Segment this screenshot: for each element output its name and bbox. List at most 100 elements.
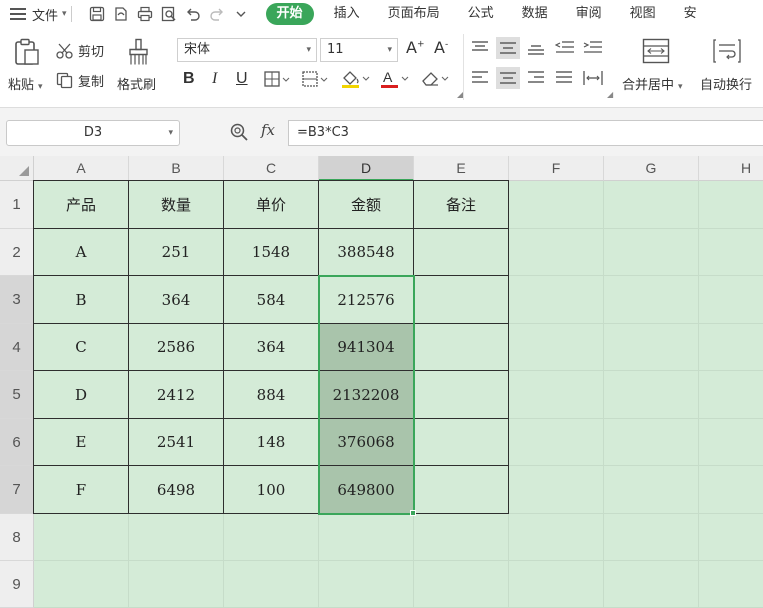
column-header-a[interactable]: A	[34, 156, 129, 181]
cell-e5[interactable]	[414, 371, 509, 419]
borders-icon[interactable]	[264, 71, 290, 91]
font-size-select[interactable]: 11 ▾	[320, 38, 398, 62]
cell-c5[interactable]: 884	[224, 371, 319, 419]
cell-d7[interactable]: 649800	[319, 466, 414, 514]
paste-button[interactable]: 粘贴 ▾	[8, 74, 43, 93]
customize-toolbar-icon[interactable]	[230, 3, 252, 25]
cell-f5[interactable]	[509, 371, 604, 419]
cell-d2[interactable]: 388548	[319, 229, 414, 276]
cell-a1[interactable]: 产品	[34, 181, 129, 229]
cell-e6[interactable]	[414, 419, 509, 466]
fill-color-icon[interactable]	[340, 69, 370, 93]
font-name-select[interactable]: 宋体 ▾	[177, 38, 317, 62]
cell-c7[interactable]: 100	[224, 466, 319, 514]
cell-d3[interactable]: 212576	[319, 276, 414, 324]
copy-button[interactable]: 复制	[56, 71, 104, 90]
column-header-e[interactable]: E	[414, 156, 509, 181]
cell-g8[interactable]	[604, 514, 699, 561]
cell-e2[interactable]	[414, 229, 509, 276]
cell-f3[interactable]	[509, 276, 604, 324]
cell-f8[interactable]	[509, 514, 604, 561]
row-header-5[interactable]: 5	[0, 371, 34, 419]
alignment-dialog-launcher-icon[interactable]: ◢	[607, 90, 613, 99]
cell-g4[interactable]	[604, 324, 699, 371]
row-header-2[interactable]: 2	[0, 229, 34, 276]
cell-d5[interactable]: 2132208	[319, 371, 414, 419]
cell-b3[interactable]: 364	[129, 276, 224, 324]
file-menu[interactable]: 文件 ▾	[10, 0, 67, 28]
format-painter-button[interactable]: 格式刷	[117, 74, 156, 93]
cell-c4[interactable]: 364	[224, 324, 319, 371]
cell-g1[interactable]	[604, 181, 699, 229]
cell-c9[interactable]	[224, 561, 319, 608]
cell-b4[interactable]: 2586	[129, 324, 224, 371]
cell-h4[interactable]	[699, 324, 763, 371]
decrease-indent-icon[interactable]	[554, 40, 575, 60]
cell-b6[interactable]: 2541	[129, 419, 224, 466]
cell-c1[interactable]: 单价	[224, 181, 319, 229]
align-top-icon[interactable]	[471, 40, 489, 60]
cell-d8[interactable]	[319, 514, 414, 561]
cell-h7[interactable]	[699, 466, 763, 514]
cell-c6[interactable]: 148	[224, 419, 319, 466]
cell-h1[interactable]	[699, 181, 763, 229]
cell-a2[interactable]: A	[34, 229, 129, 276]
cell-h6[interactable]	[699, 419, 763, 466]
cell-d4[interactable]: 941304	[319, 324, 414, 371]
fill-handle[interactable]	[410, 510, 416, 516]
tab-formulas[interactable]: 公式	[454, 0, 508, 28]
cell-a6[interactable]: E	[34, 419, 129, 466]
row-header-1[interactable]: 1	[0, 181, 34, 229]
cell-e8[interactable]	[414, 514, 509, 561]
cell-e7[interactable]	[414, 466, 509, 514]
cell-f9[interactable]	[509, 561, 604, 608]
save-icon[interactable]	[86, 3, 108, 25]
cell-d9[interactable]	[319, 561, 414, 608]
paste-icon[interactable]	[14, 38, 40, 70]
cell-b5[interactable]: 2412	[129, 371, 224, 419]
tab-page-layout[interactable]: 页面布局	[374, 0, 454, 28]
bold-icon[interactable]: B	[183, 70, 195, 88]
cell-g5[interactable]	[604, 371, 699, 419]
tab-security[interactable]: 安	[670, 0, 711, 28]
cell-b1[interactable]: 数量	[129, 181, 224, 229]
column-header-f[interactable]: F	[509, 156, 604, 181]
italic-icon[interactable]: I	[212, 70, 217, 88]
cell-g7[interactable]	[604, 466, 699, 514]
underline-icon[interactable]: U	[236, 70, 248, 88]
tab-insert[interactable]: 插入	[320, 0, 374, 28]
cell-a9[interactable]	[34, 561, 129, 608]
tab-home[interactable]: 开始	[265, 3, 314, 25]
cell-f4[interactable]	[509, 324, 604, 371]
cell-f7[interactable]	[509, 466, 604, 514]
cell-h5[interactable]	[699, 371, 763, 419]
insert-function-button[interactable]: fx	[261, 121, 275, 139]
clear-format-icon[interactable]	[420, 70, 450, 92]
format-painter-icon[interactable]	[127, 38, 151, 70]
font-color-icon[interactable]: A	[380, 69, 410, 93]
redo-icon[interactable]	[206, 3, 228, 25]
cell-a8[interactable]	[34, 514, 129, 561]
align-right-icon[interactable]	[527, 70, 545, 90]
cell-f6[interactable]	[509, 419, 604, 466]
justify-icon[interactable]	[555, 70, 573, 90]
zoom-search-icon[interactable]	[230, 123, 248, 145]
cell-g9[interactable]	[604, 561, 699, 608]
row-header-7[interactable]: 7	[0, 466, 34, 514]
column-header-b[interactable]: B	[129, 156, 224, 181]
row-header-9[interactable]: 9	[0, 561, 34, 608]
merge-center-button[interactable]: 合并居中 ▾	[622, 74, 683, 93]
cell-d6[interactable]: 376068	[319, 419, 414, 466]
merge-format-icon[interactable]	[302, 71, 328, 91]
increase-indent-icon[interactable]	[583, 40, 603, 60]
merge-center-icon[interactable]	[642, 38, 670, 68]
cell-f1[interactable]	[509, 181, 604, 229]
print-preview-icon[interactable]	[158, 3, 180, 25]
wrap-text-button[interactable]: 自动换行	[700, 74, 752, 93]
cell-c3[interactable]: 584	[224, 276, 319, 324]
tab-review[interactable]: 审阅	[562, 0, 616, 28]
row-header-4[interactable]: 4	[0, 324, 34, 371]
cell-g3[interactable]	[604, 276, 699, 324]
cell-b7[interactable]: 6498	[129, 466, 224, 514]
cell-h9[interactable]	[699, 561, 763, 608]
